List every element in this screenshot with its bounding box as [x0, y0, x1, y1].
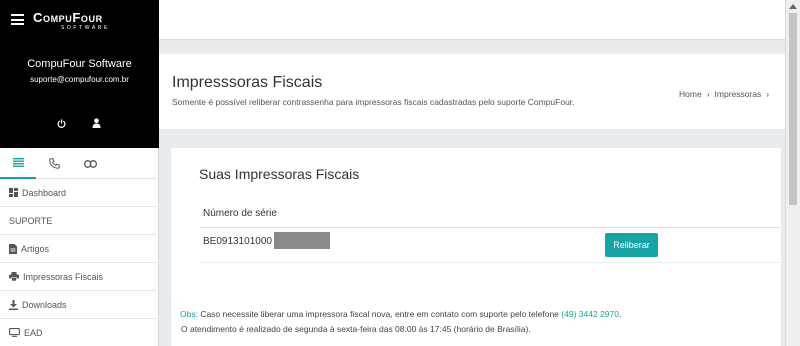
support-phone-link[interactable]: (49) 3442 2970 [561, 309, 619, 319]
sidebar-item-dashboard[interactable]: Dashboard [0, 179, 159, 207]
sidebar-tabs [0, 148, 159, 179]
reliberar-button[interactable]: Reliberar [605, 233, 658, 257]
dashboard-icon [9, 188, 18, 197]
sidebar-item-label: Impressoras Fiscais [23, 271, 104, 282]
hamburger-menu-icon[interactable] [11, 14, 24, 25]
sidebar-section-label: SUPORTE [9, 215, 53, 226]
sidebar-item-label: EAD [24, 327, 43, 338]
sidebar-item-artigos[interactable]: Artigos [0, 235, 159, 263]
printers-card: Suas Impressoras Fiscais Número de série… [171, 148, 781, 346]
tab-menu[interactable] [0, 148, 36, 179]
observation-note: Obs: Caso necessite liberar uma impresso… [180, 307, 621, 337]
obs-line-2: O atendimento é realizado de segunda à s… [181, 324, 531, 334]
brand-bar: CompuFour SOFTWARE [0, 0, 159, 40]
breadcrumb: Home › Impressoras › [679, 89, 774, 99]
sidebar-item-label: Artigos [21, 243, 50, 254]
link-icon [83, 159, 97, 168]
breadcrumb-impressoras[interactable]: Impressoras [715, 89, 762, 99]
page-header: Impresssoras Fiscais Somente é possível … [159, 54, 785, 129]
compufour-logo[interactable]: CompuFour SOFTWARE [33, 10, 145, 32]
logo-name: CompuFour [33, 10, 103, 25]
table-divider [199, 227, 780, 228]
power-icon[interactable] [57, 119, 66, 128]
scroll-up-arrow-icon[interactable] [789, 4, 797, 9]
monitor-icon [9, 328, 20, 337]
obs-label: Obs: [180, 309, 198, 319]
obs-text-end: . [618, 309, 622, 319]
redacted-serial-suffix [274, 232, 330, 249]
sidebar-item-impressoras-fiscais[interactable]: Impressoras Fiscais [0, 263, 159, 291]
breadcrumb-separator: › [766, 89, 770, 99]
phone-icon [48, 158, 60, 169]
sidebar-item-label: Downloads [22, 299, 67, 310]
obs-line-1: Obs: Caso necessite liberar uma impresso… [180, 307, 621, 322]
card-title: Suas Impressoras Fiscais [199, 166, 360, 182]
column-header-serial: Número de série [203, 208, 277, 219]
breadcrumb-separator: › [706, 89, 710, 99]
sidebar-item-downloads[interactable]: Downloads [0, 291, 159, 319]
profile-email: suporte@compufour.com.br [30, 75, 129, 84]
sidebar-item-label: Dashboard [22, 187, 67, 198]
vertical-scrollbar[interactable] [785, 0, 800, 346]
top-bar [159, 0, 785, 40]
logo-tagline: SOFTWARE [61, 25, 110, 31]
user-icon[interactable] [92, 118, 101, 128]
list-icon [12, 158, 24, 167]
printer-icon [9, 272, 19, 281]
scrollbar-thumb[interactable] [789, 13, 797, 205]
document-icon [9, 243, 17, 254]
sidebar: CompuFour SOFTWARE CompuFour Software su… [0, 0, 159, 346]
table-divider [199, 262, 780, 263]
serial-number: BE0913101000 [203, 236, 272, 247]
tab-links[interactable] [72, 148, 108, 179]
user-profile: CompuFour Software suporte@compufour.com… [0, 40, 159, 148]
page-title: Impresssoras Fiscais [172, 74, 323, 91]
sidebar-item-ead[interactable]: EAD [0, 319, 159, 346]
sidebar-section-suporte: SUPORTE [0, 207, 159, 235]
tab-phone[interactable] [36, 148, 72, 179]
breadcrumb-home[interactable]: Home [679, 89, 702, 99]
download-icon [9, 299, 18, 310]
obs-text: Caso necessite liberar uma impressora fi… [197, 309, 562, 319]
page-subtitle: Somente é possível reliberar contrassenh… [172, 97, 575, 107]
profile-name: CompuFour Software [27, 58, 132, 70]
